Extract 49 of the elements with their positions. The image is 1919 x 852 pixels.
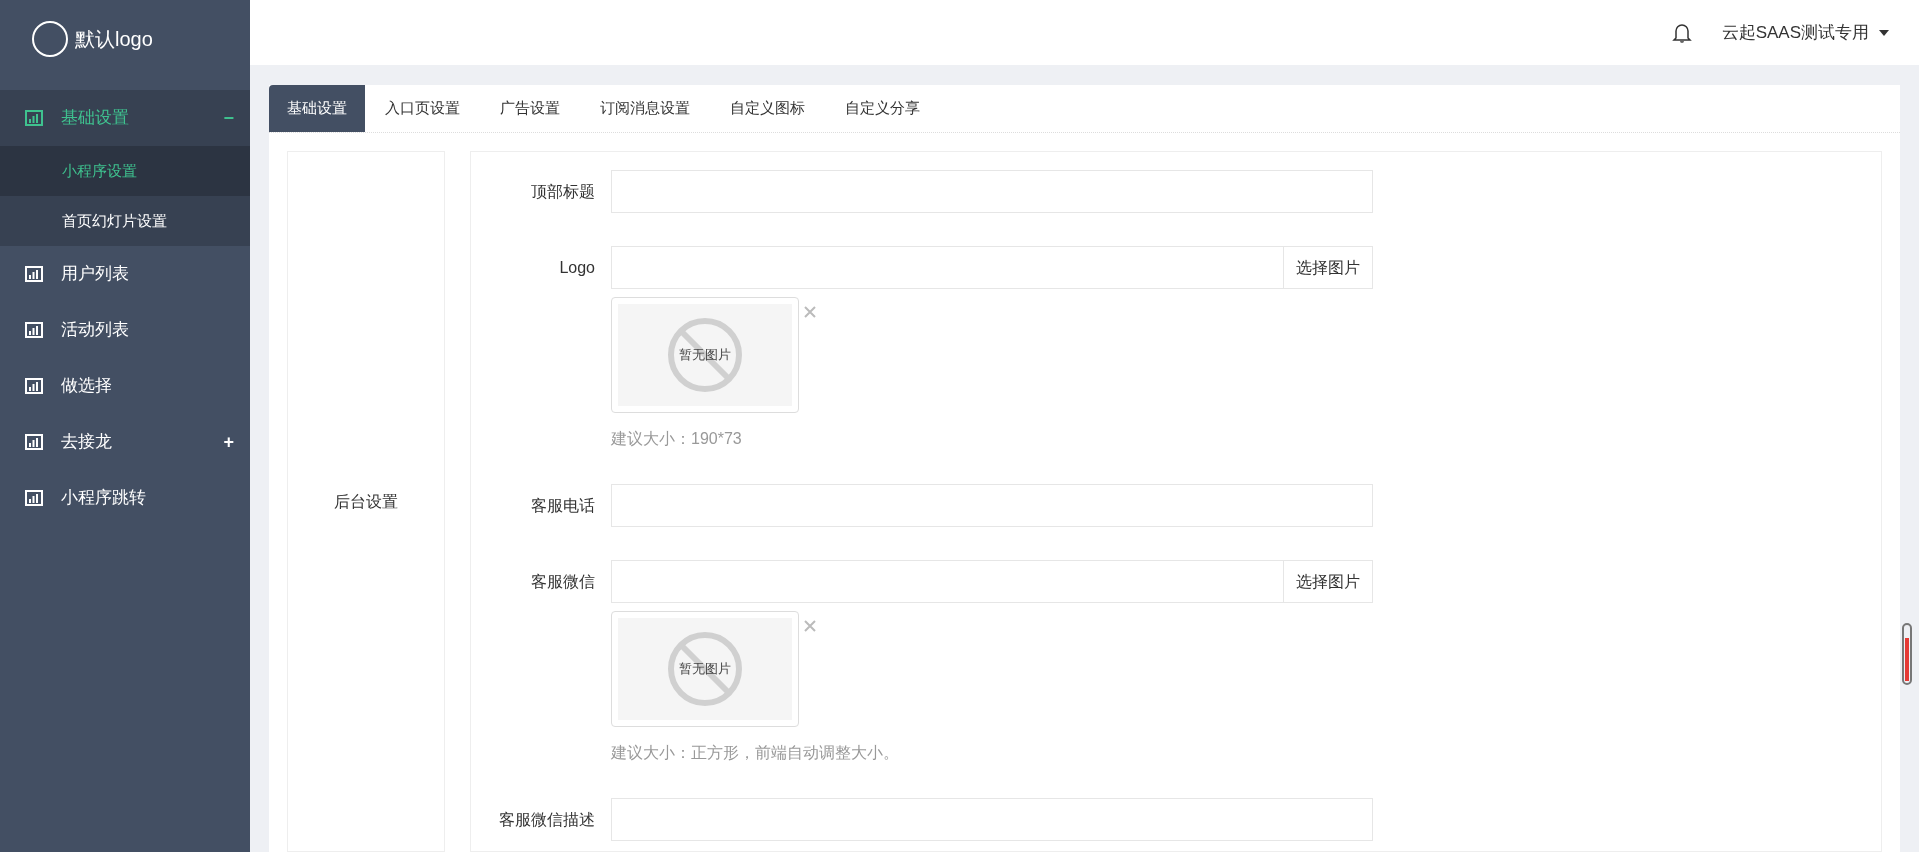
sidebar-item[interactable]: 小程序跳转 [0,470,250,526]
tab[interactable]: 广告设置 [480,85,580,132]
text-input[interactable] [611,246,1284,289]
collapse-toggle[interactable]: − [223,104,234,132]
field-label: 顶部标题 [531,181,595,202]
size-hint: 建议大小：190*73 [611,429,743,449]
sidebar-subitem[interactable]: 首页幻灯片设置 [0,196,250,246]
tab[interactable]: 自定义分享 [825,85,940,132]
text-input[interactable] [611,560,1284,603]
text-input[interactable] [611,170,1373,213]
tab[interactable]: 基础设置 [269,85,365,132]
no-image-icon [667,631,743,707]
no-image-text: 暂无图片 [679,660,731,679]
text-input[interactable] [611,798,1373,841]
no-image-icon [667,317,743,393]
expand-toggle[interactable]: + [223,428,234,456]
bar-chart-icon [25,378,43,394]
bar-chart-icon [25,322,43,338]
sidebar-item[interactable]: 去接龙 + [0,414,250,470]
circle-logo-icon [31,20,69,58]
bar-chart-icon [25,434,43,450]
sidebar-item[interactable]: 做选择 [0,358,250,414]
close-icon[interactable] [803,305,817,319]
section-title: 后台设置 [334,491,398,512]
choose-image-button[interactable]: 选择图片 [1284,560,1373,603]
logo-text: 默认logo [75,27,153,52]
field-label: Logo [559,257,595,278]
tab[interactable]: 入口页设置 [365,85,480,132]
bar-chart-icon [25,110,43,126]
choose-image-button[interactable]: 选择图片 [1284,246,1373,289]
sidebar-item[interactable]: 基础设置 − [0,90,250,146]
sidebar-subitem[interactable]: 小程序设置 [0,146,250,196]
size-hint: 建议大小：正方形，前端自动调整大小。 [611,743,900,763]
close-icon[interactable] [803,619,817,633]
sidebar-item[interactable]: 用户列表 [0,246,250,302]
field-label: 客服微信描述 [499,809,595,830]
tab[interactable]: 自定义图标 [710,85,825,132]
bar-chart-icon [25,266,43,282]
field-label: 客服微信 [531,571,595,592]
user-menu[interactable]: 云起SAAS测试专用 [1721,19,1889,46]
text-input[interactable] [611,484,1373,527]
field-label: 客服电话 [531,495,595,516]
bell-icon[interactable] [1671,21,1692,44]
no-image-text: 暂无图片 [679,346,731,365]
scrollbar-drawing [1902,623,1912,685]
bar-chart-icon [25,490,43,506]
sidebar-item[interactable]: 活动列表 [0,302,250,358]
caret-icon [1879,29,1889,36]
tab[interactable]: 订阅消息设置 [580,85,710,132]
